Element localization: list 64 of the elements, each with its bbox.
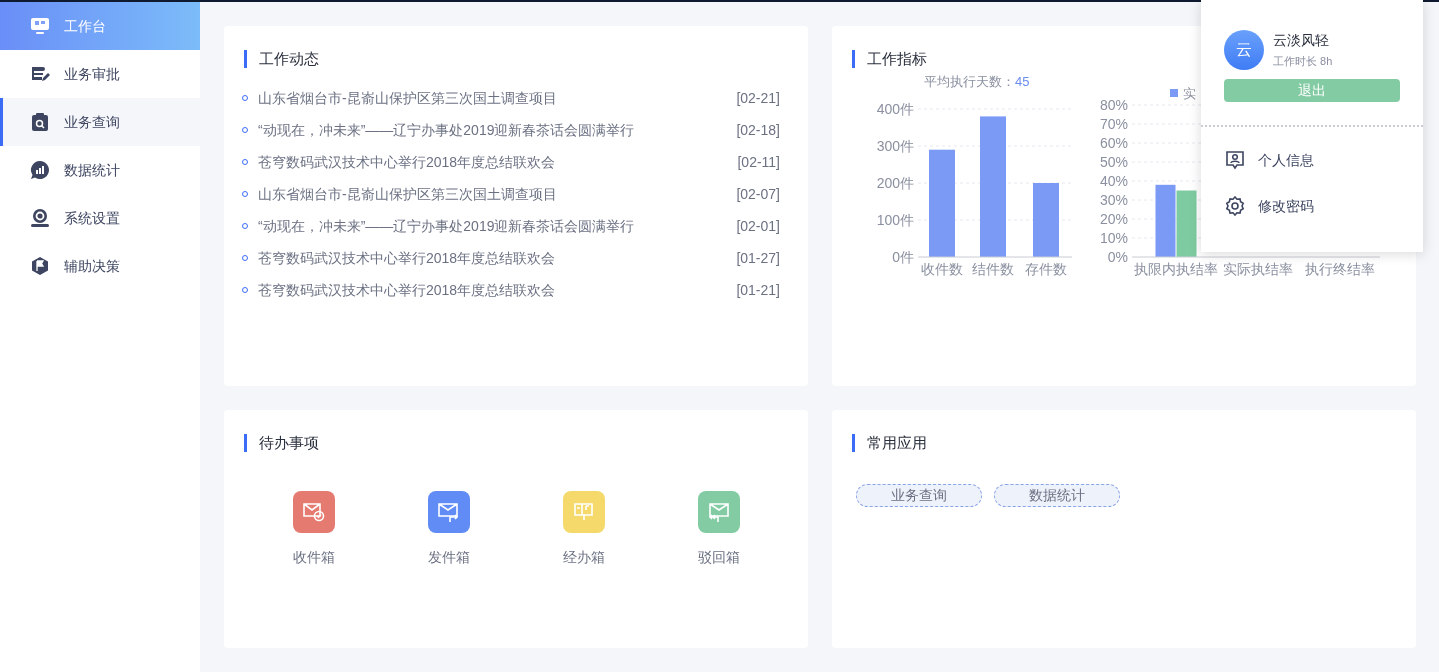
axis-label: 400件 <box>876 101 914 117</box>
user-avatar: 云 <box>1224 30 1264 70</box>
flag-icon <box>30 256 50 276</box>
axis-label: 40% <box>1099 173 1128 189</box>
axis-label: 200件 <box>876 175 914 191</box>
work-hours-text: 工作时长 8h <box>1273 54 1333 70</box>
axis-label: 80% <box>1099 97 1128 113</box>
menu-item[interactable]: 个人信息 <box>1201 137 1423 183</box>
sidebar-item[interactable]: 业务查询 <box>0 98 200 146</box>
card-title: 工作指标 <box>867 48 927 69</box>
axis-label: 0件 <box>892 249 914 265</box>
news-link[interactable]: “动现在，冲未来”——辽宁办事处2019迎新春茶话会圆满举行 <box>258 215 635 237</box>
axis-label: 30% <box>1099 192 1128 208</box>
axis-label: 70% <box>1099 116 1128 132</box>
news-date: [02-07] <box>736 184 780 204</box>
bar <box>1176 190 1197 257</box>
sidebar-item[interactable]: 数据统计 <box>0 146 200 194</box>
tile-label: 收件箱 <box>292 548 335 567</box>
news-link[interactable]: 苍穹数码武汉技术中心举行2018年度总结联欢会 <box>258 247 556 269</box>
axis-label: 100件 <box>876 212 914 228</box>
axis-label: 50% <box>1099 154 1128 170</box>
tile-label: 经办箱 <box>562 548 605 567</box>
axis-label: 300件 <box>876 138 914 154</box>
news-date: [01-21] <box>736 280 780 300</box>
axis-label: 执限内执结率 <box>1134 261 1218 277</box>
news-link[interactable]: 山东省烟台市-昆嵛山保护区第三次国土调查项目 <box>258 87 557 109</box>
legend-label: 实 <box>1183 86 1196 101</box>
axis-label: 0% <box>1107 249 1128 265</box>
axis-label: 60% <box>1099 135 1128 151</box>
tile-label: 驳回箱 <box>697 548 740 567</box>
news-link[interactable]: 苍穹数码武汉技术中心举行2018年度总结联欢会 <box>258 151 556 173</box>
axis-label: 执行终结率 <box>1305 261 1375 277</box>
app-shortcut[interactable]: 业务查询 <box>856 484 982 507</box>
edit-document-icon <box>30 64 50 84</box>
axis-label: 存件数 <box>1025 261 1067 277</box>
menu-item[interactable]: 修改密码 <box>1201 183 1423 229</box>
card-title: 工作动态 <box>259 48 319 69</box>
tile-label: 发件箱 <box>427 548 470 567</box>
news-date: [02-11] <box>737 152 780 172</box>
news-date: [02-21] <box>736 88 780 108</box>
clipboard-search-icon <box>30 112 50 132</box>
axis-label: 实际执结率 <box>1223 261 1293 277</box>
axis-label: 结件数 <box>972 261 1014 277</box>
id-card-icon <box>1225 150 1245 170</box>
axis-label: 20% <box>1099 211 1128 227</box>
user-name: 云淡风轻 <box>1273 31 1330 51</box>
card-title: 常用应用 <box>867 432 927 453</box>
axis-label: 收件数 <box>921 261 963 277</box>
news-date: [02-01] <box>736 216 780 236</box>
news-link[interactable]: 苍穹数码武汉技术中心举行2018年度总结联欢会 <box>258 279 556 301</box>
legend-swatch <box>1170 89 1178 97</box>
news-link[interactable]: 山东省烟台市-昆嵛山保护区第三次国土调查项目 <box>258 183 557 205</box>
sidebar-item[interactable]: 业务审批 <box>0 50 200 98</box>
sidebar-item[interactable]: 系统设置 <box>0 194 200 242</box>
app-shortcut[interactable]: 数据统计 <box>994 484 1120 507</box>
card-title: 待办事项 <box>259 432 319 453</box>
average-days-text: 平均执行天数：45 <box>924 73 1030 91</box>
sidebar-item[interactable]: 辅助决策 <box>0 242 200 290</box>
axis-label: 10% <box>1099 230 1128 246</box>
monitor-icon <box>30 16 50 36</box>
news-link[interactable]: “动现在，冲未来”——辽宁办事处2019迎新春茶话会圆满举行 <box>258 119 635 141</box>
news-date: [01-27] <box>736 248 780 268</box>
news-date: [02-18] <box>736 120 780 140</box>
chart-bubble-icon <box>30 160 50 180</box>
